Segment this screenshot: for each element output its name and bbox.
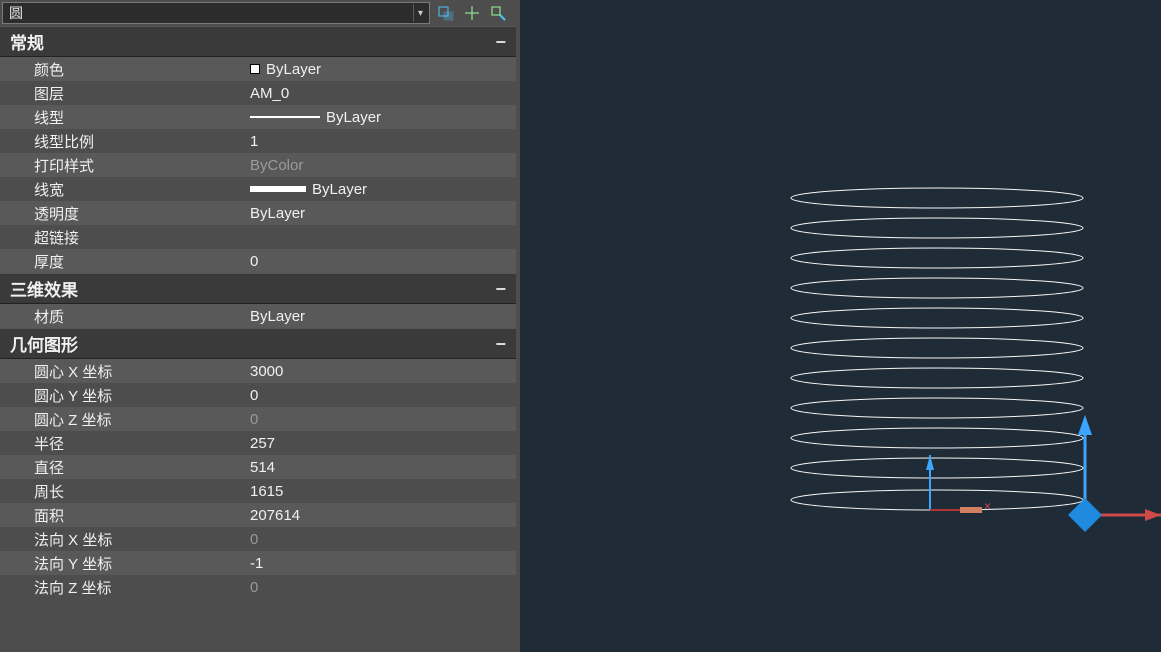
prop-value: ByLayer <box>250 308 305 325</box>
section-general-header[interactable]: 常规 − <box>0 26 516 57</box>
prop-label: 周长 <box>0 479 248 503</box>
prop-row-thickness[interactable]: 厚度 0 <box>0 249 516 273</box>
section-geometry-header[interactable]: 几何图形 − <box>0 328 516 359</box>
properties-panel: 圆 ▾ 常规 − 颜色 ByLayer <box>0 0 520 652</box>
view-gizmo: × <box>984 415 1161 532</box>
prop-row-nx[interactable]: 法向 X 坐标 0 <box>0 527 516 551</box>
prop-row-circum[interactable]: 周长 1615 <box>0 479 516 503</box>
prop-row-plotstyle[interactable]: 打印样式 ByColor <box>0 153 516 177</box>
section-3d-title: 三维效果 <box>10 276 78 301</box>
prop-label: 厚度 <box>0 249 248 273</box>
prop-row-color[interactable]: 颜色 ByLayer <box>0 57 516 81</box>
prop-value: 0 <box>250 579 258 596</box>
prop-row-hyperlink[interactable]: 超链接 <box>0 225 516 249</box>
prop-label: 线宽 <box>0 177 248 201</box>
prop-label: 法向 X 坐标 <box>0 527 248 551</box>
svg-text:×: × <box>984 499 991 513</box>
prop-row-diameter[interactable]: 直径 514 <box>0 455 516 479</box>
prop-row-linetype[interactable]: 线型 ByLayer <box>0 105 516 129</box>
prop-value: ByLayer <box>326 109 381 126</box>
linetype-sample-icon <box>250 116 320 118</box>
section-geometry-title: 几何图形 <box>10 331 78 356</box>
prop-label: 颜色 <box>0 57 248 81</box>
prop-label: 圆心 Y 坐标 <box>0 383 248 407</box>
prop-value: 0 <box>250 387 258 404</box>
prop-label: 法向 Y 坐标 <box>0 551 248 575</box>
prop-value: ByLayer <box>312 181 367 198</box>
prop-label: 线型 <box>0 105 248 129</box>
prop-row-ny[interactable]: 法向 Y 坐标 -1 <box>0 551 516 575</box>
prop-label: 法向 Z 坐标 <box>0 575 248 599</box>
prop-row-area[interactable]: 面积 207614 <box>0 503 516 527</box>
color-swatch-icon <box>250 64 260 74</box>
object-type-dropdown[interactable]: 圆 ▾ <box>2 2 430 24</box>
prop-label: 线型比例 <box>0 129 248 153</box>
prop-label: 半径 <box>0 431 248 455</box>
prop-label: 图层 <box>0 81 248 105</box>
prop-row-material[interactable]: 材质 ByLayer <box>0 304 516 328</box>
prop-row-cy[interactable]: 圆心 Y 坐标 0 <box>0 383 516 407</box>
prop-value: 207614 <box>250 507 300 524</box>
prop-value: AM_0 <box>250 85 289 102</box>
prop-row-layer[interactable]: 图层 AM_0 <box>0 81 516 105</box>
prop-value: 514 <box>250 459 275 476</box>
prop-row-nz[interactable]: 法向 Z 坐标 0 <box>0 575 516 599</box>
prop-value: 3000 <box>250 363 283 380</box>
prop-label: 圆心 Z 坐标 <box>0 407 248 431</box>
prop-value: 0 <box>250 411 258 428</box>
prop-row-ltscale[interactable]: 线型比例 1 <box>0 129 516 153</box>
prop-label: 超链接 <box>0 225 248 249</box>
prop-value: -1 <box>250 555 263 572</box>
panel-toolbar: 圆 ▾ <box>0 0 516 26</box>
prop-label: 透明度 <box>0 201 248 225</box>
collapse-icon: − <box>495 36 506 48</box>
prop-value: ByColor <box>250 157 303 174</box>
toggle-pim-icon[interactable] <box>436 3 456 23</box>
collapse-icon: − <box>495 283 506 295</box>
prop-row-cx[interactable]: 圆心 X 坐标 3000 <box>0 359 516 383</box>
prop-value: ByLayer <box>250 205 305 222</box>
prop-label: 材质 <box>0 304 248 328</box>
prop-label: 圆心 X 坐标 <box>0 359 248 383</box>
collapse-icon: − <box>495 338 506 350</box>
prop-value: ByLayer <box>266 61 321 78</box>
prop-row-cz[interactable]: 圆心 Z 坐标 0 <box>0 407 516 431</box>
prop-label: 打印样式 <box>0 153 248 177</box>
prop-row-transparency[interactable]: 透明度 ByLayer <box>0 201 516 225</box>
quick-select-icon[interactable] <box>462 3 482 23</box>
prop-value: 1 <box>250 133 258 150</box>
prop-row-radius[interactable]: 半径 257 <box>0 431 516 455</box>
ucs-icon <box>926 455 982 513</box>
prop-label: 直径 <box>0 455 248 479</box>
drawing-viewport[interactable]: × <box>520 0 1161 652</box>
prop-value: 257 <box>250 435 275 452</box>
prop-value: 1615 <box>250 483 283 500</box>
prop-value: 0 <box>250 253 258 270</box>
section-3d-header[interactable]: 三维效果 − <box>0 273 516 304</box>
select-objects-icon[interactable] <box>488 3 508 23</box>
chevron-down-icon: ▾ <box>413 4 427 22</box>
object-type-label: 圆 <box>9 3 23 23</box>
section-general-title: 常规 <box>10 29 44 54</box>
lineweight-sample-icon <box>250 186 306 192</box>
prop-row-lineweight[interactable]: 线宽 ByLayer <box>0 177 516 201</box>
prop-value: 0 <box>250 531 258 548</box>
prop-label: 面积 <box>0 503 248 527</box>
